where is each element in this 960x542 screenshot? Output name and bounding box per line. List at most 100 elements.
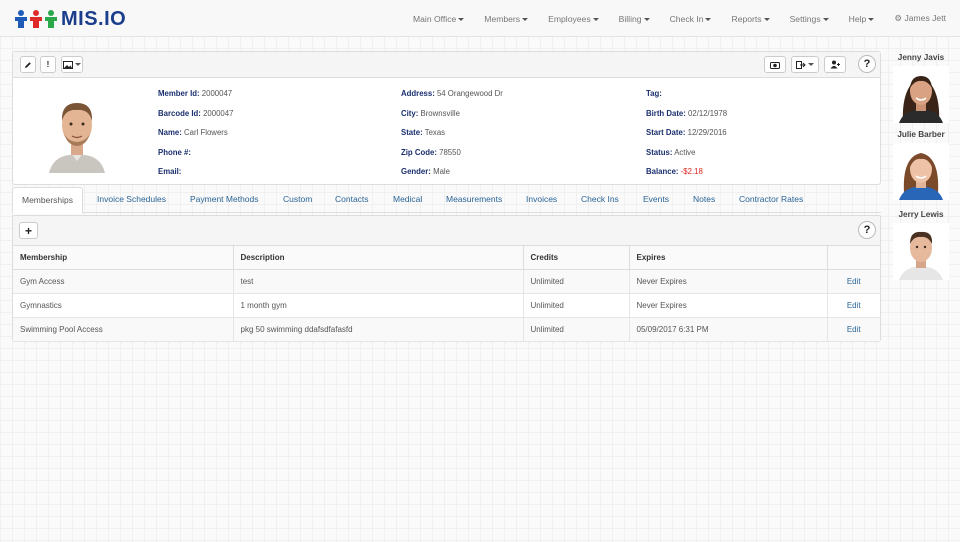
memberships-help-button[interactable]: ? xyxy=(858,221,876,239)
question-icon: ? xyxy=(863,58,871,70)
tab-events[interactable]: Events xyxy=(643,187,669,213)
top-navbar: MIS.IO Main Office Members Employees Bil… xyxy=(0,0,960,37)
nav-employees[interactable]: Employees xyxy=(548,14,599,24)
birth-date-label: Birth Date: xyxy=(646,108,686,118)
tab-memberships[interactable]: Memberships xyxy=(12,187,84,214)
table-row: Gym Access test Unlimited Never Expires … xyxy=(13,269,880,294)
nav-billing[interactable]: Billing xyxy=(619,14,650,24)
birth-date-value: 02/12/1978 xyxy=(688,108,728,118)
nav-help[interactable]: Help xyxy=(849,14,875,24)
table-header-row: Membership Description Credits Expires xyxy=(13,246,880,270)
tab-measurements[interactable]: Measurements xyxy=(446,187,502,213)
nav-check-in[interactable]: Check In xyxy=(670,14,712,24)
tab-invoice-schedules[interactable]: Invoice Schedules xyxy=(97,187,166,213)
edit-link[interactable]: Edit xyxy=(827,317,880,342)
tab-custom[interactable]: Custom xyxy=(283,187,312,213)
address-value: 54 Orangewood Dr xyxy=(436,89,503,98)
status-label: Status: xyxy=(646,147,673,157)
camera-icon xyxy=(770,61,780,69)
col-credits[interactable]: Credits xyxy=(523,246,630,270)
balance-label: Balance: xyxy=(646,167,679,176)
email-label: Email: xyxy=(158,167,182,176)
membership-cell: Swimming Pool Access xyxy=(13,317,234,342)
help-button[interactable]: ? xyxy=(858,55,876,73)
tab-contractor-rates[interactable]: Contractor Rates xyxy=(739,187,803,213)
status-value: Active xyxy=(674,147,696,157)
memberships-table: Membership Description Credits Expires G… xyxy=(13,246,880,342)
col-description[interactable]: Description xyxy=(233,246,524,270)
address-label: Address: xyxy=(401,89,435,98)
expires-cell: 05/09/2017 6:31 PM xyxy=(629,317,828,342)
staff-card-jenny[interactable]: Jenny Javis xyxy=(886,52,956,123)
tab-check-ins[interactable]: Check Ins xyxy=(581,187,619,213)
tab-notes[interactable]: Notes xyxy=(693,187,715,213)
description-cell: pkg 50 swimming ddafsdfafasfd xyxy=(233,317,524,342)
main-menu: Main Office Members Employees Billing Ch… xyxy=(393,0,946,37)
alert-button[interactable]: ! xyxy=(40,56,56,73)
staff-card-jerry[interactable]: Jerry Lewis xyxy=(886,209,956,280)
member-toolbar: ! ? xyxy=(13,52,880,78)
nav-reports[interactable]: Reports xyxy=(731,14,770,24)
puzzle-logo-icon xyxy=(14,9,58,29)
description-cell: test xyxy=(233,269,524,294)
caret-down-icon xyxy=(458,17,465,21)
caret-down-icon xyxy=(763,17,770,21)
staff-photo xyxy=(893,66,949,123)
state-label: State: xyxy=(401,128,423,137)
staff-name: Jerry Lewis xyxy=(898,210,944,219)
app-logo[interactable]: MIS.IO xyxy=(14,8,126,30)
gender-label: Gender: xyxy=(401,167,431,176)
gender-value: Male xyxy=(433,167,450,176)
caret-down-icon xyxy=(822,17,829,21)
start-date-label: Start Date: xyxy=(646,128,686,137)
staff-photo xyxy=(893,143,949,200)
gear-icon: ⚙ xyxy=(894,13,903,23)
caret-down-icon xyxy=(808,63,814,66)
name-label: Name: xyxy=(158,128,182,137)
tab-payment-methods[interactable]: Payment Methods xyxy=(190,187,259,213)
staff-card-julie[interactable]: Julie Barber xyxy=(886,129,956,200)
plus-icon: + xyxy=(24,223,32,238)
name-value: Carl Flowers xyxy=(184,128,228,137)
credits-cell: Unlimited xyxy=(523,269,630,294)
photo-dropdown-button[interactable] xyxy=(61,56,83,73)
city-value: Brownsville xyxy=(420,108,460,118)
expires-cell: Never Expires xyxy=(629,269,828,294)
memberships-toolbar: + ? xyxy=(13,216,880,246)
staff-name: Julie Barber xyxy=(897,130,945,139)
credits-cell: Unlimited xyxy=(523,293,630,318)
add-user-button[interactable] xyxy=(824,56,846,73)
col-membership[interactable]: Membership xyxy=(13,246,234,270)
camera-button[interactable] xyxy=(764,56,786,73)
question-icon: ? xyxy=(863,224,871,236)
caret-down-icon xyxy=(643,17,650,21)
state-value: Texas xyxy=(424,128,446,137)
member-id-value: 2000047 xyxy=(201,89,233,98)
membership-cell: Gymnastics xyxy=(13,293,234,318)
nav-settings[interactable]: Settings xyxy=(790,14,829,24)
staff-name: Jenny Javis xyxy=(897,53,945,62)
nav-members[interactable]: Members xyxy=(484,14,529,24)
edit-member-button[interactable] xyxy=(20,56,36,73)
tag-label: Tag: xyxy=(646,89,662,98)
member-info-col-3: Tag: Birth Date: 02/12/1978 Start Date: … xyxy=(646,84,727,182)
signout-dropdown-button[interactable] xyxy=(791,56,819,73)
caret-down-icon xyxy=(868,17,875,21)
caret-down-icon xyxy=(75,63,81,66)
nav-user-menu[interactable]: ⚙ James Jett xyxy=(894,13,946,24)
nav-main-office[interactable]: Main Office xyxy=(413,14,465,24)
add-membership-button[interactable]: + xyxy=(19,222,38,239)
phone-label: Phone #: xyxy=(158,147,191,157)
table-row: Gymnastics 1 month gym Unlimited Never E… xyxy=(13,293,880,318)
edit-link[interactable]: Edit xyxy=(827,269,880,294)
col-expires[interactable]: Expires xyxy=(629,246,828,270)
edit-link[interactable]: Edit xyxy=(827,293,880,318)
tab-contacts[interactable]: Contacts xyxy=(335,187,369,213)
tab-medical[interactable]: Medical xyxy=(393,187,422,213)
col-actions xyxy=(827,246,880,270)
table-row: Swimming Pool Access pkg 50 swimming dda… xyxy=(13,317,880,342)
staff-photo xyxy=(893,223,949,280)
tab-invoices[interactable]: Invoices xyxy=(526,187,557,213)
caret-down-icon xyxy=(705,17,712,21)
image-icon xyxy=(63,60,73,69)
